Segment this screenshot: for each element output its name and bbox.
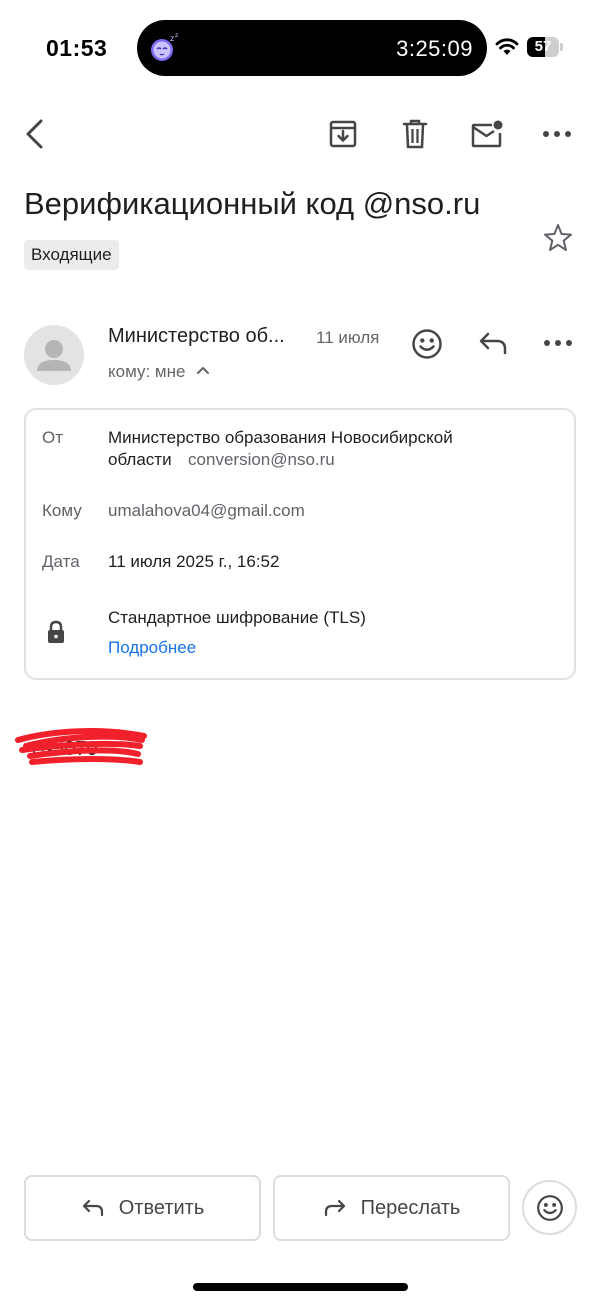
more-horizontal-icon [544,340,572,346]
battery-indicator: 57 [527,37,563,57]
date-label: Дата [42,552,80,571]
mark-unread-button[interactable] [469,118,505,150]
add-reaction-button[interactable] [409,326,445,362]
wifi-icon [495,38,519,55]
sender-name[interactable]: Министерство об... [108,325,285,348]
svg-text:z: z [170,34,174,43]
forward-label: Переслать [360,1196,461,1219]
island-timer: 3:25:09 [396,36,473,61]
from-name: Министерство образования Новосибирской [108,428,453,447]
reply-label: Ответить [118,1196,205,1219]
chevron-left-icon [26,119,43,149]
to-label: Кому [42,501,82,520]
recipients-summary: кому: мне [108,362,186,381]
sleeping-baby-icon: z z [151,32,178,61]
status-time: 01:53 [46,35,108,61]
from-name-cont: области [108,450,172,469]
delete-button[interactable] [399,118,431,150]
sender-avatar[interactable] [24,325,84,385]
forward-icon [324,1199,345,1217]
from-label: От [42,428,64,447]
chevron-up-icon [197,367,210,374]
label-chip-inbox[interactable]: Входящие [24,240,119,270]
home-indicator[interactable] [193,1283,408,1291]
dynamic-island[interactable]: z z 3:25:09 [137,20,487,76]
from-email[interactable]: conversion@nso.ru [188,450,335,469]
to-email[interactable]: umalahova04@gmail.com [108,501,305,521]
reply-icon [82,1199,103,1217]
person-icon [37,340,71,371]
email-subject: Верификационный код @nso.ru [24,186,481,221]
smiley-icon [536,1194,563,1221]
email-date: 11 июля [316,328,380,347]
archive-button[interactable] [327,118,359,150]
date-value: 11 июля 2025 г., 16:52 [108,552,280,571]
battery-level: 57 [534,38,552,55]
star-button[interactable] [542,222,574,254]
reply-icon [479,332,507,355]
forward-button[interactable]: Переслать [273,1175,510,1241]
reply-icon-button[interactable] [476,326,510,360]
encryption-info: Стандартное шифрование (TLS) [108,608,366,627]
learn-more-link[interactable]: Подробнее [108,638,196,658]
star-icon [544,224,572,251]
more-horizontal-icon [543,131,571,137]
mark-unread-icon [471,120,503,148]
smiley-icon [412,329,442,359]
lock-icon [48,620,64,643]
reply-button[interactable]: Ответить [24,1175,261,1241]
redaction-scribble [15,728,147,765]
back-button[interactable] [18,118,50,150]
recipients-toggle[interactable]: кому: мне [108,362,210,382]
svg-text:z: z [175,32,178,39]
trash-icon [402,119,428,149]
archive-icon [329,120,357,148]
react-emoji-button[interactable] [522,1180,577,1235]
message-more-button[interactable] [541,326,575,360]
message-details-card: От Министерство образования Новосибирско… [24,408,576,680]
more-options-button[interactable] [541,118,573,150]
